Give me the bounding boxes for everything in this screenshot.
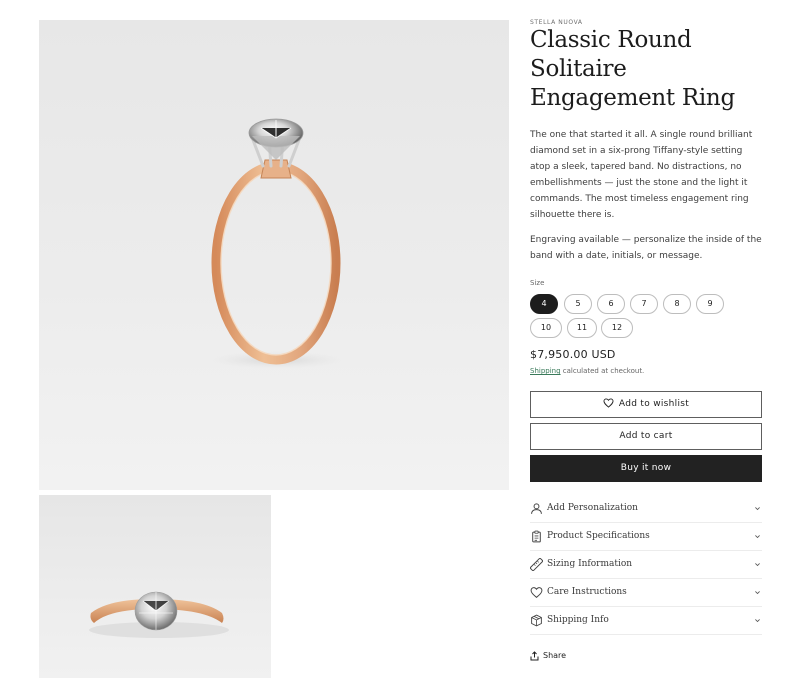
size-option-9[interactable]: 9	[696, 294, 724, 314]
chevron-down-icon	[755, 591, 760, 595]
size-option-7[interactable]: 7	[630, 294, 658, 314]
add-to-cart-button[interactable]: Add to cart	[530, 423, 762, 450]
size-label: Size	[530, 279, 545, 287]
clipboard-icon	[532, 530, 541, 543]
product-thumbnail-image[interactable]	[39, 495, 271, 678]
accordion-label: Shipping Info	[547, 615, 609, 625]
product-description: The one that started it all. A single ro…	[530, 130, 753, 220]
size-option-8[interactable]: 8	[663, 294, 691, 314]
size-option-11[interactable]: 11	[567, 318, 597, 338]
size-option-5[interactable]: 5	[564, 294, 592, 314]
accordion-sizing-information[interactable]: Sizing Information	[530, 551, 762, 579]
chevron-down-icon	[755, 507, 760, 511]
accordion-product-specifications[interactable]: Product Specifications	[530, 523, 762, 551]
shipping-note-text: calculated at checkout.	[560, 367, 645, 375]
shipping-note: Shipping calculated at checkout.	[530, 367, 644, 375]
accordion-label: Care Instructions	[547, 587, 627, 597]
box-icon	[531, 614, 542, 627]
size-option-10[interactable]: 10	[530, 318, 562, 338]
chevron-down-icon	[755, 563, 760, 567]
share-icon	[530, 651, 539, 661]
engraving-note: Engraving available — personalize the in…	[530, 235, 762, 261]
person-icon	[531, 503, 542, 514]
product-title: Classic Round Solitaire Engagement Ring	[530, 27, 735, 111]
chevron-down-icon	[755, 619, 760, 623]
accordion-label: Product Specifications	[547, 531, 650, 541]
size-option-12[interactable]: 12	[601, 318, 633, 338]
shipping-link[interactable]: Shipping	[530, 367, 561, 375]
chevron-down-icon	[755, 535, 760, 539]
ring-upright-illustration	[207, 118, 347, 369]
size-option-6[interactable]: 6	[597, 294, 625, 314]
accordion-label: Add Personalization	[547, 503, 638, 513]
product-main-image[interactable]	[39, 20, 509, 490]
accordion-label: Sizing Information	[547, 559, 633, 569]
share-label: Share	[543, 651, 567, 660]
vendor-name: STELLA NUOVA	[530, 19, 583, 26]
heart-icon	[603, 397, 614, 408]
add-to-wishlist-button[interactable]: Add to wishlist	[530, 391, 762, 418]
heart-icon	[530, 587, 543, 599]
ruler-icon	[530, 558, 543, 571]
buy-now-button[interactable]: Buy it now	[530, 455, 762, 482]
ring-side-illustration	[89, 591, 229, 638]
accordion-care-instructions[interactable]: Care Instructions	[530, 579, 762, 607]
product-price: $7,950.00 USD	[530, 348, 616, 361]
accordion-shipping-info[interactable]: Shipping Info	[530, 607, 762, 635]
size-option-4[interactable]: 4	[530, 294, 558, 314]
wishlist-label: Add to wishlist	[618, 399, 690, 409]
accordion-add-personalization[interactable]: Add Personalization	[530, 495, 762, 523]
